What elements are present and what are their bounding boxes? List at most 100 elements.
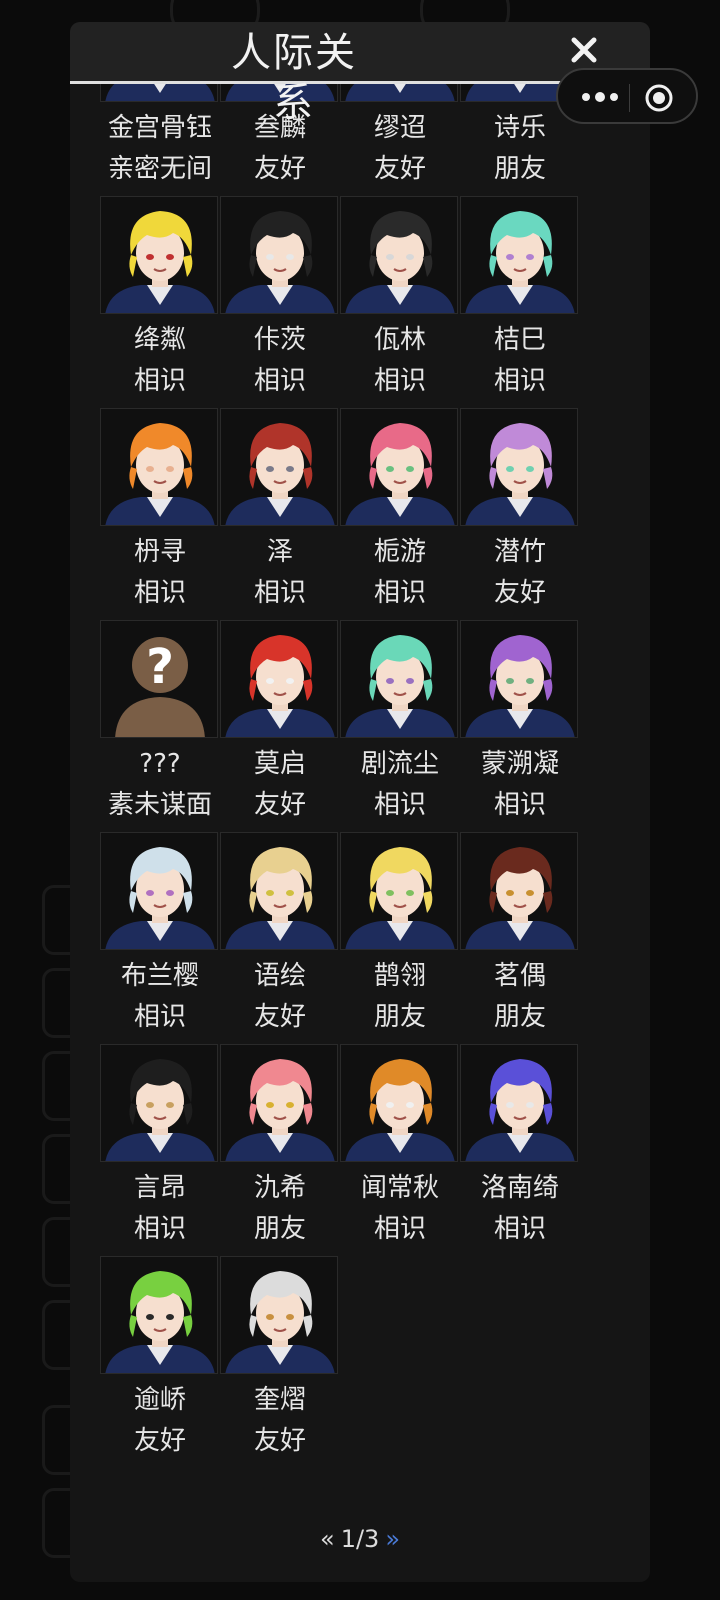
portrait-image [221,833,337,949]
page-indicator: 1/3 [340,1525,380,1553]
relationship-status: 朋友 [493,154,546,184]
portrait-image [221,1045,337,1161]
relationship-dialog: 金宫骨钰 亲密无间 叁麟 友好 缪迢 友好 诗乐 朋友 绛粼 相识 佧茨 相识 佤林 相识 桔巳 相识 枬寻 相识… [70,22,650,1582]
character-name: 金宫骨钰 [107,113,212,143]
portrait-image [221,1257,337,1373]
character-name: 洛南绮 [480,1173,559,1203]
relationship-status: 友好 [253,790,306,820]
dialog-header: 人际关系 [70,22,650,126]
portrait-image [341,409,457,525]
relationship-status: 素未谋面 [107,790,212,820]
character-name: 氿希 [253,1173,306,1203]
relationship-status: 朋友 [373,1002,426,1032]
character-avatar[interactable] [100,1256,218,1374]
relationship-status: 亲密无间 [107,154,212,184]
character-avatar[interactable] [220,1044,338,1162]
character-name: 蒙溯凝 [480,749,559,779]
svg-text:?: ? [146,639,174,695]
character-name: 剧流尘 [360,749,439,779]
character-name: ??? [139,749,181,779]
target-icon [645,84,673,112]
character-avatar[interactable] [100,832,218,950]
character-avatar[interactable] [340,620,458,738]
relationship-status: 相识 [253,366,306,396]
character-name: 言昂 [133,1173,186,1203]
character-name: 茗偶 [493,961,546,991]
portrait-image [101,1045,217,1161]
portrait-image [461,197,577,313]
character-name: 栀游 [373,537,426,567]
relationship-status: 相识 [373,366,426,396]
relationship-status: 友好 [253,1002,306,1032]
close-icon [571,37,597,63]
unknown-character-avatar[interactable]: ? [100,620,218,738]
character-name: 布兰樱 [120,961,199,991]
exit-button[interactable] [642,81,676,115]
portrait-image [341,1045,457,1161]
character-name: 潜竹 [493,537,546,567]
character-avatar[interactable] [100,1044,218,1162]
relationship-status: 朋友 [253,1214,306,1244]
portrait-image [341,197,457,313]
character-avatar[interactable] [460,408,578,526]
portrait-image [221,621,337,737]
portrait-image: ? [101,621,217,737]
character-avatar[interactable] [340,196,458,314]
character-name: 佤林 [373,325,426,355]
relationship-status: 相识 [133,1002,186,1032]
character-avatar[interactable] [340,408,458,526]
portrait-image [101,409,217,525]
relationship-status: 相识 [133,366,186,396]
character-name: 枬寻 [133,537,186,567]
next-page-button[interactable]: » [385,1525,400,1553]
character-avatar[interactable] [220,408,338,526]
character-avatar[interactable] [460,196,578,314]
relationship-status: 相识 [493,790,546,820]
portrait-image [221,409,337,525]
portrait-image [461,833,577,949]
portrait-image [341,621,457,737]
portrait-image [101,833,217,949]
relationship-status: 朋友 [493,1002,546,1032]
relationship-status: 友好 [253,154,306,184]
relationship-status: 友好 [373,154,426,184]
capsule-divider [629,84,630,112]
character-name: 绛粼 [133,325,186,355]
character-avatar[interactable] [340,832,458,950]
relationship-status: 相识 [133,578,186,608]
more-button[interactable] [572,80,628,114]
character-name: 桔巳 [493,325,546,355]
character-avatar[interactable] [340,1044,458,1162]
prev-page-button[interactable]: « [320,1525,335,1553]
more-dots-icon [582,92,618,102]
close-button[interactable] [562,28,606,72]
pagination: « 1/3 » [300,1522,420,1556]
character-name: 佧茨 [253,325,306,355]
character-avatar[interactable] [220,196,338,314]
character-name: 逾峤 [133,1385,186,1415]
character-avatar[interactable] [220,1256,338,1374]
character-name: 莫启 [253,749,306,779]
character-avatar[interactable] [460,832,578,950]
character-avatar[interactable] [460,1044,578,1162]
miniprogram-capsule [556,68,698,124]
relationship-status: 相识 [493,366,546,396]
character-avatar[interactable] [100,196,218,314]
relationship-status: 相识 [373,578,426,608]
portrait-image [461,1045,577,1161]
portrait-image [101,197,217,313]
relationship-status: 相识 [373,790,426,820]
relationship-status: 相识 [493,1214,546,1244]
character-name: 闻常秋 [360,1173,439,1203]
character-name: 鹊翎 [373,961,426,991]
relationship-status: 相识 [373,1214,426,1244]
relationship-status: 友好 [133,1426,186,1456]
relationship-status: 友好 [493,578,546,608]
character-name: 奎熠 [253,1385,306,1415]
character-avatar[interactable] [220,832,338,950]
portrait-image [461,409,577,525]
portrait-image [221,197,337,313]
character-avatar[interactable] [220,620,338,738]
character-avatar[interactable] [100,408,218,526]
character-avatar[interactable] [460,620,578,738]
